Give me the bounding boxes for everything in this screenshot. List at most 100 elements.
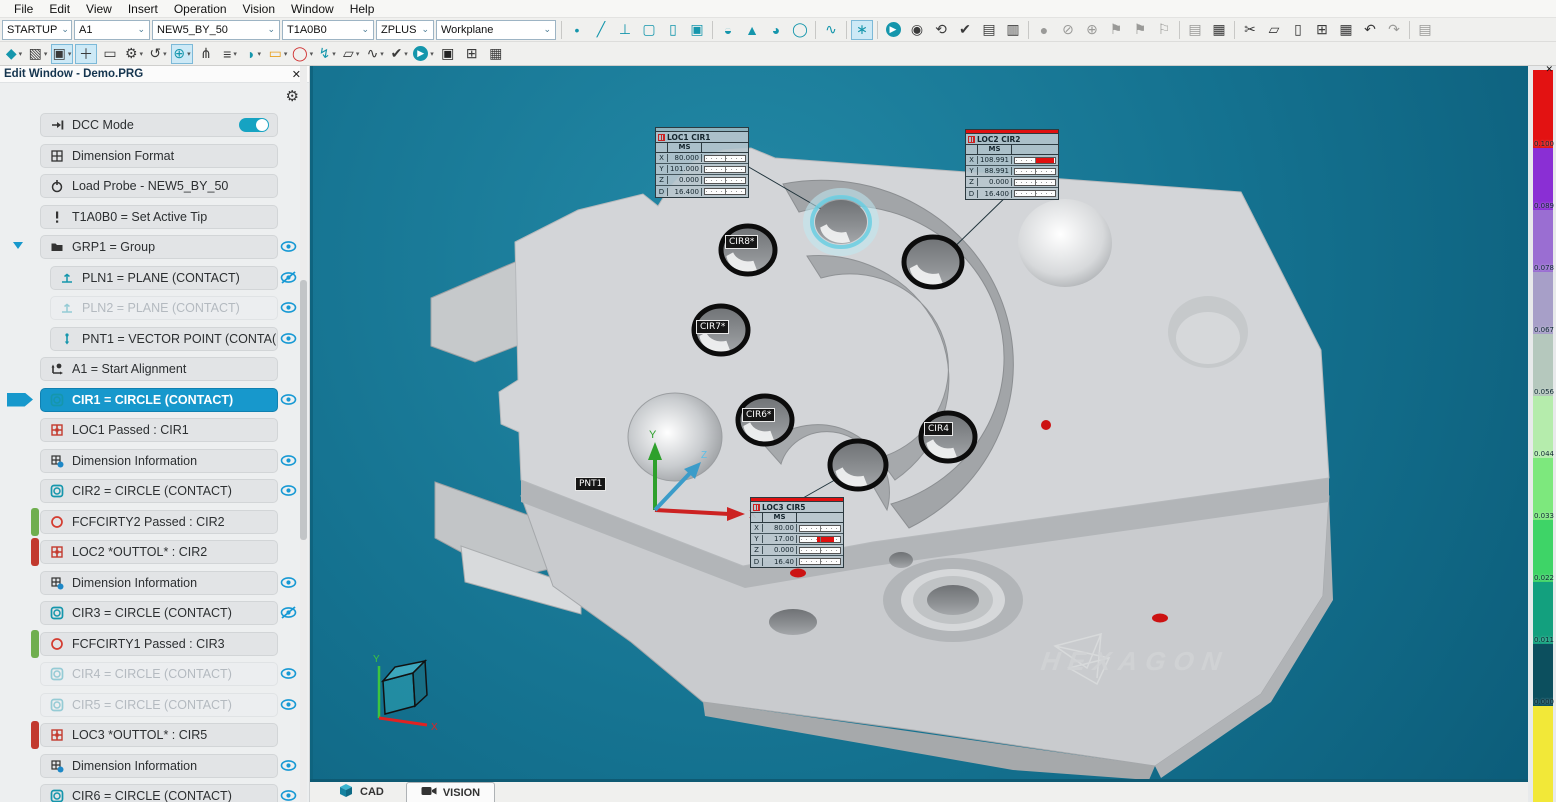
bookmark-insert-button[interactable]: ⚑ xyxy=(1129,20,1151,40)
execute-feature-button[interactable]: ◉ xyxy=(906,20,928,40)
curve-feature-button[interactable]: ∿ xyxy=(820,20,842,40)
eye-icon[interactable] xyxy=(280,483,297,498)
command-pill[interactable]: PLN2 = PLANE (CONTACT) xyxy=(50,296,278,320)
command-pill[interactable]: CIR6 = CIRCLE (CONTACT) xyxy=(40,784,278,802)
square-feature-button[interactable]: ▣ xyxy=(686,20,708,40)
menu-insert[interactable]: Insert xyxy=(120,1,166,17)
dropdown-caret-icon[interactable]: ▾ xyxy=(356,50,360,58)
dropdown-caret-icon[interactable]: ▾ xyxy=(380,50,384,58)
menu-edit[interactable]: Edit xyxy=(41,1,78,17)
menu-view[interactable]: View xyxy=(78,1,120,17)
menu-vision[interactable]: Vision xyxy=(235,1,283,17)
dropdown-caret-icon[interactable]: ▾ xyxy=(44,50,48,58)
cut-button[interactable]: ✂ xyxy=(1239,20,1261,40)
eye-icon[interactable] xyxy=(280,331,297,346)
eye-icon[interactable] xyxy=(280,239,297,254)
feature-tag-pnt1[interactable]: PNT1 xyxy=(575,477,606,491)
loop-button[interactable]: ⟲ xyxy=(930,20,952,40)
tip-select[interactable]: T1A0B0⌄ xyxy=(282,20,374,40)
redo-button[interactable]: ↷ xyxy=(1383,20,1405,40)
dropdown-caret-icon[interactable]: ▾ xyxy=(284,50,288,58)
scrollbar-thumb[interactable] xyxy=(300,280,307,540)
dimension-label-loc3-cir5[interactable]: LOC3 CIR5MSX 80.00 Y 17.00 Z 0.000 D 16.… xyxy=(750,497,844,568)
dropdown-caret-icon[interactable]: ▾ xyxy=(163,50,167,58)
dropdown-caret-icon[interactable]: ▾ xyxy=(257,50,261,58)
execute-program-button[interactable]: ▶ xyxy=(882,20,904,40)
cad-model[interactable]: YXZYXHEXAGON xyxy=(313,66,1530,779)
feature-tag-cir8[interactable]: CIR8* xyxy=(725,235,758,249)
round-feature-button[interactable]: ▢ xyxy=(638,20,660,40)
menu-file[interactable]: File xyxy=(6,1,41,17)
comment-button[interactable]: ▭ xyxy=(99,44,121,64)
pan-button[interactable]: ＋ xyxy=(75,44,97,64)
eye-icon[interactable] xyxy=(280,392,297,407)
mark-sets-button[interactable]: ✔▾ xyxy=(388,44,410,64)
optimize-path-button[interactable]: ⚙▾ xyxy=(123,44,145,64)
command-pill[interactable]: A1 = Start Alignment xyxy=(40,357,278,381)
command-pill[interactable]: PNT1 = VECTOR POINT (CONTA( xyxy=(50,327,278,351)
command-pill[interactable]: Dimension Format xyxy=(40,144,278,168)
command-pill[interactable]: GRP1 = Group xyxy=(40,235,278,259)
command-pill[interactable]: Dimension Information xyxy=(40,754,278,778)
unmarked-document-button[interactable]: ▥ xyxy=(1002,20,1024,40)
command-pill[interactable]: CIR3 = CIRCLE (CONTACT) xyxy=(40,601,278,625)
torus-feature-button[interactable]: ◯ xyxy=(789,20,811,40)
menu-window[interactable]: Window xyxy=(283,1,342,17)
view-select[interactable]: ZPLUS⌄ xyxy=(376,20,434,40)
bookmark-remove-button[interactable]: ⚐ xyxy=(1153,20,1175,40)
command-pill[interactable]: FCFCIRTY2 Passed : CIR2 xyxy=(40,510,278,534)
workplane-select[interactable]: Workplane⌄ xyxy=(436,20,556,40)
eye-icon[interactable] xyxy=(280,666,297,681)
probe-file-select[interactable]: STARTUP⌄ xyxy=(2,20,72,40)
gear-icon[interactable]: ⚙ xyxy=(286,87,299,105)
path-lines-button[interactable]: ∿▾ xyxy=(364,44,386,64)
lobe-gage-button[interactable]: ◗▾ xyxy=(243,44,265,64)
eye-slash-icon[interactable] xyxy=(280,605,297,620)
command-pill[interactable]: CIR4 = CIRCLE (CONTACT) xyxy=(40,662,278,686)
eye-slash-icon[interactable] xyxy=(280,270,297,285)
camera-button[interactable]: ▣ xyxy=(437,44,459,64)
undo-button[interactable]: ↶ xyxy=(1359,20,1381,40)
dimension-label-loc1-cir1[interactable]: LOC1 CIR1MSX 80.000 Y 101.000 Z 0.000 D … xyxy=(655,127,749,198)
alignment-select[interactable]: A1⌄ xyxy=(74,20,150,40)
cone-feature-button[interactable]: ▲ xyxy=(741,20,763,40)
probe-mode-button[interactable]: ◆▾ xyxy=(3,44,25,64)
command-pill[interactable]: LOC3 *OUTTOL* : CIR5 xyxy=(40,723,278,747)
circle-gage-button[interactable]: ◯▾ xyxy=(291,44,314,64)
sphere-feature-button[interactable]: ◕ xyxy=(765,20,787,40)
feature-tag-cir7[interactable]: CIR7* xyxy=(696,320,729,334)
command-pill[interactable]: LOC1 Passed : CIR1 xyxy=(40,418,278,442)
command-pill[interactable]: PLN1 = PLANE (CONTACT) xyxy=(50,266,278,290)
feature-tag-cir6[interactable]: CIR6* xyxy=(742,408,775,422)
view-rotate-cube-button[interactable]: ▧▾ xyxy=(27,44,49,64)
command-pill[interactable]: DCC Mode xyxy=(40,113,278,137)
dropdown-caret-icon[interactable]: ▾ xyxy=(68,50,72,58)
chevron-down-icon[interactable] xyxy=(13,242,23,249)
tab-vision[interactable]: VISION xyxy=(406,782,495,802)
rotate-view-button[interactable]: ↺▾ xyxy=(147,44,169,64)
dropdown-caret-icon[interactable]: ▾ xyxy=(404,50,408,58)
view-solid-button[interactable]: ▣▾ xyxy=(51,44,73,64)
probe-tree-button[interactable]: ⋔ xyxy=(195,44,217,64)
copy-button[interactable]: ▱ xyxy=(1263,20,1285,40)
tab-cad[interactable]: CAD xyxy=(324,782,398,802)
dropdown-caret-icon[interactable]: ▾ xyxy=(19,50,23,58)
dropdown-caret-icon[interactable]: ▾ xyxy=(332,50,336,58)
eye-icon[interactable] xyxy=(280,575,297,590)
command-pill[interactable]: CIR5 = CIRCLE (CONTACT) xyxy=(40,693,278,717)
command-pill[interactable]: Dimension Information xyxy=(40,571,278,595)
plane-feature-button[interactable]: ⊥ xyxy=(614,20,636,40)
stop-button[interactable]: ● xyxy=(1033,20,1055,40)
mark-check-button[interactable]: ✔ xyxy=(954,20,976,40)
menu-help[interactable]: Help xyxy=(342,1,383,17)
paste-pattern-button[interactable]: ▦ xyxy=(1335,20,1357,40)
dropdown-caret-icon[interactable]: ▾ xyxy=(430,50,434,58)
command-pill[interactable]: CIR1 = CIRCLE (CONTACT) xyxy=(40,388,278,412)
report-list-button[interactable]: ▤ xyxy=(1184,20,1206,40)
command-pill[interactable]: Load Probe - NEW5_BY_50 xyxy=(40,174,278,198)
dcc-mode-toggle[interactable] xyxy=(239,118,269,132)
dropdown-caret-icon[interactable]: ▾ xyxy=(187,50,191,58)
eye-icon[interactable] xyxy=(280,300,297,315)
view-orientation-button[interactable]: ⊕▾ xyxy=(171,44,193,64)
bookmark-button[interactable]: ⚑ xyxy=(1105,20,1127,40)
